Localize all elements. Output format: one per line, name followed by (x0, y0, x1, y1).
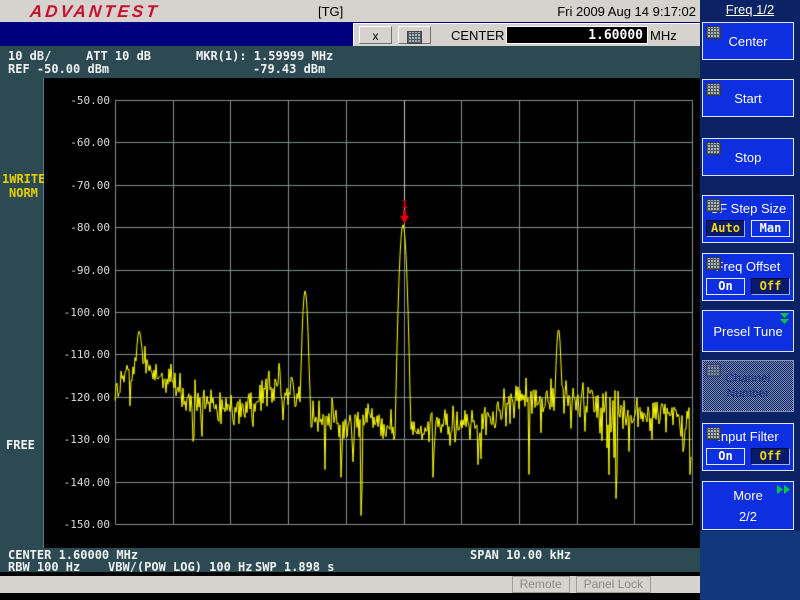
tg-indicator: [TG] (318, 4, 343, 19)
softkey-channel-number: Channel Number (702, 360, 794, 412)
entry-unit-label: MHz (650, 28, 677, 43)
trace-write-label: 1WRITE (2, 172, 45, 186)
keypad-icon (706, 199, 721, 212)
softkey-input-filter[interactable]: Input Filter On Off (702, 423, 794, 471)
softkey-sidebar: Freq 1/2 Center Start Stop CF Step Size Auto… (700, 0, 800, 600)
status-bar: Remote Panel Lock (0, 576, 700, 593)
softkey-more[interactable]: More 2/2 (702, 481, 794, 530)
toggle-option-row: On Off (703, 448, 793, 465)
softkey-label: Center (728, 34, 767, 49)
softkey-freq-offset[interactable]: Freq Offset On Off (702, 253, 794, 301)
y-axis-tick: -100.00 (44, 306, 110, 319)
datetime-display: Fri 2009 Aug 14 9:17:02 (557, 4, 696, 19)
double-right-chevron-icon (776, 485, 790, 494)
softkey-cf-step-size[interactable]: CF Step Size Auto Man (702, 195, 794, 243)
marker-frequency-readout: MKR(1): 1.59999 MHz (196, 49, 333, 63)
double-down-chevron-icon (780, 313, 789, 325)
toggle-option-row: Auto Man (703, 220, 793, 237)
option-cf-step-size-auto[interactable]: Auto (706, 220, 745, 237)
title-bar: ADVANTEST [TG] Fri 2009 Aug 14 9:17:02 (0, 0, 700, 22)
remote-indicator[interactable]: Remote (512, 576, 570, 593)
keypad-icon (706, 364, 721, 377)
center-entry-panel: x CENTER MHz (353, 23, 701, 46)
advantest-logo: ADVANTEST (29, 2, 161, 22)
entry-title-bar: x CENTER MHz (0, 22, 700, 46)
y-axis-tick: -50.00 (44, 94, 110, 107)
y-axis-tick: -80.00 (44, 221, 110, 234)
detector-mode-label: NORM (9, 186, 38, 200)
sidebar-filler (700, 531, 800, 600)
top-readout-bar: 10 dB/ ATT 10 dB MKR(1): 1.59999 MHz REF… (0, 46, 700, 78)
reference-level-readout: REF -50.00 dBm (8, 62, 109, 76)
softkey-label: CF Step Size (710, 201, 787, 216)
span-readout: SPAN 10.00 kHz (470, 548, 571, 562)
keypad-icon (706, 26, 721, 39)
softkey-label: Input Filter (717, 429, 778, 444)
y-axis-tick: -110.00 (44, 348, 110, 361)
softkey-center[interactable]: Center (702, 22, 794, 60)
y-axis-tick: -150.00 (44, 518, 110, 531)
y-axis-tick: -60.00 (44, 136, 110, 149)
center-frequency-input[interactable] (506, 26, 648, 44)
y-axis-tick: -140.00 (44, 476, 110, 489)
graph-panel: -50.00 -60.00 -70.00 -80.00 -90.00 -100.00 -11… (44, 78, 700, 548)
trigger-mode-label: FREE (6, 438, 35, 452)
y-axis-tick: -130.00 (44, 433, 110, 446)
softkey-menu-title: Freq 1/2 (700, 2, 800, 17)
bottom-strip: Remote Panel Lock (0, 572, 700, 600)
option-input-filter-on[interactable]: On (706, 448, 745, 465)
attenuation-readout: ATT 10 dB (86, 49, 151, 63)
option-input-filter-off[interactable]: Off (751, 448, 790, 465)
keypad-button[interactable] (398, 26, 431, 44)
keypad-icon (706, 142, 721, 155)
keypad-icon (706, 83, 721, 96)
spectrum-analyzer-screen: ADVANTEST [TG] Fri 2009 Aug 14 9:17:02 x… (0, 0, 800, 600)
softkey-stop[interactable]: Stop (702, 138, 794, 176)
softkey-presel-tune[interactable]: Presel Tune (702, 310, 794, 352)
option-cf-step-size-man[interactable]: Man (751, 220, 790, 237)
close-entry-button[interactable]: x (359, 26, 392, 44)
spectrum-display (44, 78, 700, 548)
y-axis-tick: -70.00 (44, 179, 110, 192)
marker-level-readout: -79.43 dBm (253, 62, 325, 76)
softkey-label: Presel Tune (713, 324, 782, 339)
softkey-label: Start (734, 91, 761, 106)
keypad-icon (706, 257, 721, 270)
y-axis-tick: -120.00 (44, 391, 110, 404)
keypad-icon (706, 427, 721, 440)
bottom-readout-bar: CENTER 1.60000 MHz SPAN 10.00 kHz RBW 10… (0, 548, 700, 572)
softkey-label: Freq Offset (716, 259, 781, 274)
softkey-start[interactable]: Start (702, 79, 794, 117)
panel-lock-indicator[interactable]: Panel Lock (576, 576, 651, 593)
keypad-icon (407, 31, 422, 44)
softkey-label: Stop (735, 150, 762, 165)
softkey-sublabel: 2/2 (739, 509, 757, 524)
toggle-option-row: On Off (703, 278, 793, 295)
option-freq-offset-off[interactable]: Off (751, 278, 790, 295)
softkey-label: More (733, 488, 763, 503)
trace-status-rail: 1WRITE NORM FREE (0, 78, 44, 548)
option-freq-offset-on[interactable]: On (706, 278, 745, 295)
y-axis-tick: -90.00 (44, 264, 110, 277)
entry-field-label: CENTER (451, 28, 504, 43)
scale-readout: 10 dB/ (8, 49, 51, 63)
